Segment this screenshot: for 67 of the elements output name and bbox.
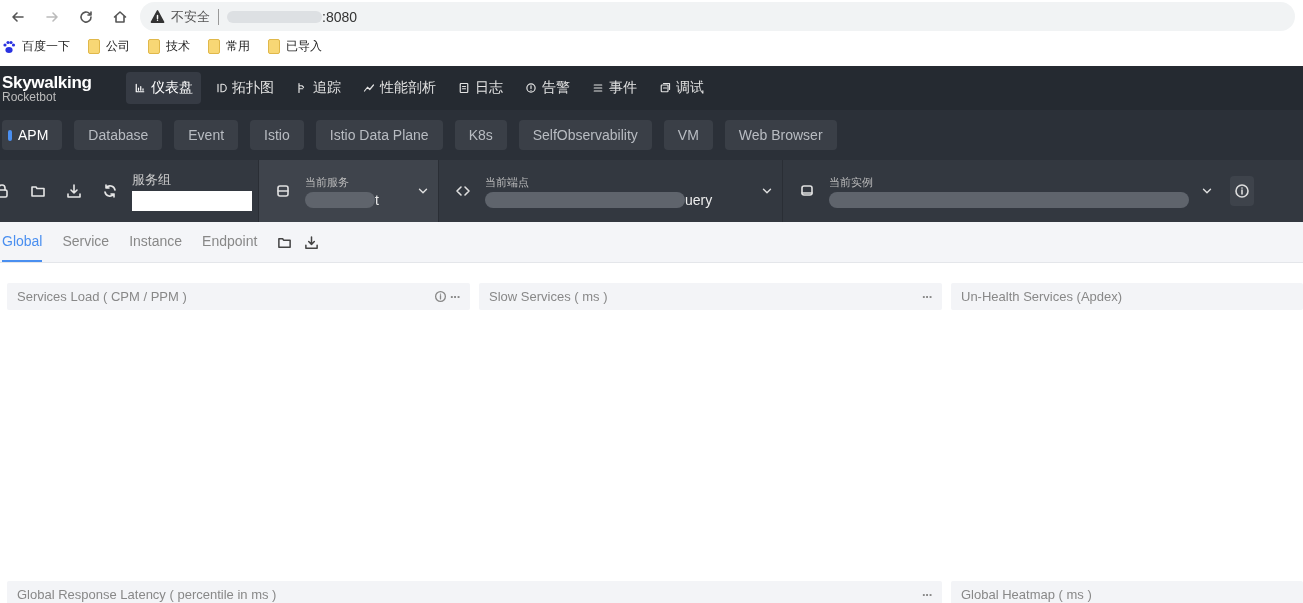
window-icon bbox=[659, 82, 671, 94]
selector-value: t bbox=[375, 191, 379, 208]
layer-tab[interactable]: Event bbox=[174, 120, 239, 150]
code-icon bbox=[455, 183, 471, 199]
info-button[interactable] bbox=[1230, 176, 1254, 206]
bookmark[interactable]: 百度一下 bbox=[2, 38, 70, 55]
widget-title: Un-Health Services (Apdex) bbox=[961, 289, 1124, 304]
nav-item[interactable]: 调试 bbox=[651, 72, 712, 104]
layer-tab[interactable]: K8s bbox=[454, 120, 507, 150]
layer-tab[interactable]: VM bbox=[663, 120, 713, 150]
widget-title: Slow Services ( ms ) bbox=[489, 289, 609, 304]
nav-item[interactable]: 拓扑图 bbox=[207, 72, 282, 104]
nav-item[interactable]: 仪表盘 bbox=[126, 72, 201, 104]
alert-icon bbox=[525, 82, 537, 94]
url-text: :8080 bbox=[322, 8, 358, 25]
nav-item[interactable]: 追踪 bbox=[288, 72, 349, 104]
folder-icon bbox=[208, 39, 220, 54]
layer-tab[interactable]: Web Browser bbox=[724, 120, 837, 150]
folder-icon bbox=[88, 39, 100, 54]
home-icon bbox=[112, 8, 128, 25]
selector-dropdown[interactable]: 当前实例 bbox=[782, 160, 1222, 222]
field-label: 服务组 bbox=[132, 171, 172, 189]
refresh-icon bbox=[102, 183, 118, 199]
nav-item[interactable]: 告警 bbox=[517, 72, 578, 104]
selector-dropdown[interactable]: 当前端点 uery bbox=[438, 160, 782, 222]
bookmark[interactable]: 技术 bbox=[148, 38, 190, 55]
security-label: 不安全 bbox=[171, 7, 210, 26]
nav-item[interactable]: 日志 bbox=[450, 72, 511, 104]
selector-label: 当前端点 bbox=[485, 174, 529, 190]
info-icon bbox=[1234, 183, 1250, 199]
service-group-field[interactable] bbox=[132, 191, 252, 211]
info-icon bbox=[434, 290, 447, 303]
widget-title: Global Heatmap ( ms ) bbox=[961, 587, 1093, 602]
layer-tab[interactable]: Istio bbox=[250, 120, 304, 150]
bookmark[interactable]: 公司 bbox=[88, 38, 130, 55]
paw-icon bbox=[2, 39, 16, 54]
widget-title: Global Response Latency ( percentile in ms ) bbox=[17, 587, 278, 602]
logo: Skywalking Rocketbot bbox=[1, 73, 93, 103]
download-icon bbox=[66, 183, 82, 199]
document-icon bbox=[458, 82, 470, 94]
widget-title: Services Load ( CPM / PPM ) bbox=[17, 289, 188, 304]
layer-tab[interactable]: APM bbox=[2, 120, 63, 150]
address-bar[interactable]: 不安全 :8080 bbox=[140, 2, 1295, 31]
download-icon bbox=[304, 234, 320, 250]
lock-icon bbox=[0, 183, 10, 199]
reload-icon bbox=[78, 8, 94, 25]
server-icon bbox=[275, 183, 291, 199]
redaction-blur bbox=[305, 191, 375, 208]
nav-item[interactable]: 事件 bbox=[584, 72, 645, 104]
selector-label: 当前服务 bbox=[305, 174, 349, 190]
folder-icon bbox=[148, 39, 160, 54]
trend-icon bbox=[363, 82, 375, 94]
laptop-icon bbox=[799, 183, 815, 199]
layer-tab[interactable]: SelfObservability bbox=[518, 120, 652, 150]
bookmark[interactable]: 常用 bbox=[208, 38, 250, 55]
list-icon bbox=[592, 82, 604, 94]
selector-value: uery bbox=[685, 191, 713, 208]
folder-icon bbox=[30, 183, 46, 199]
nav-item[interactable]: 性能剖析 bbox=[355, 72, 444, 104]
selector-dropdown[interactable]: 当前服务 t bbox=[258, 160, 438, 222]
chart-icon bbox=[134, 82, 146, 94]
warning-icon bbox=[150, 9, 165, 24]
bookmark[interactable]: 已导入 bbox=[268, 38, 322, 55]
selector-label: 当前实例 bbox=[829, 174, 873, 190]
layer-tab[interactable]: Database bbox=[74, 120, 163, 150]
layer-tab[interactable]: Istio Data Plane bbox=[315, 120, 443, 150]
folder-icon bbox=[268, 39, 280, 54]
